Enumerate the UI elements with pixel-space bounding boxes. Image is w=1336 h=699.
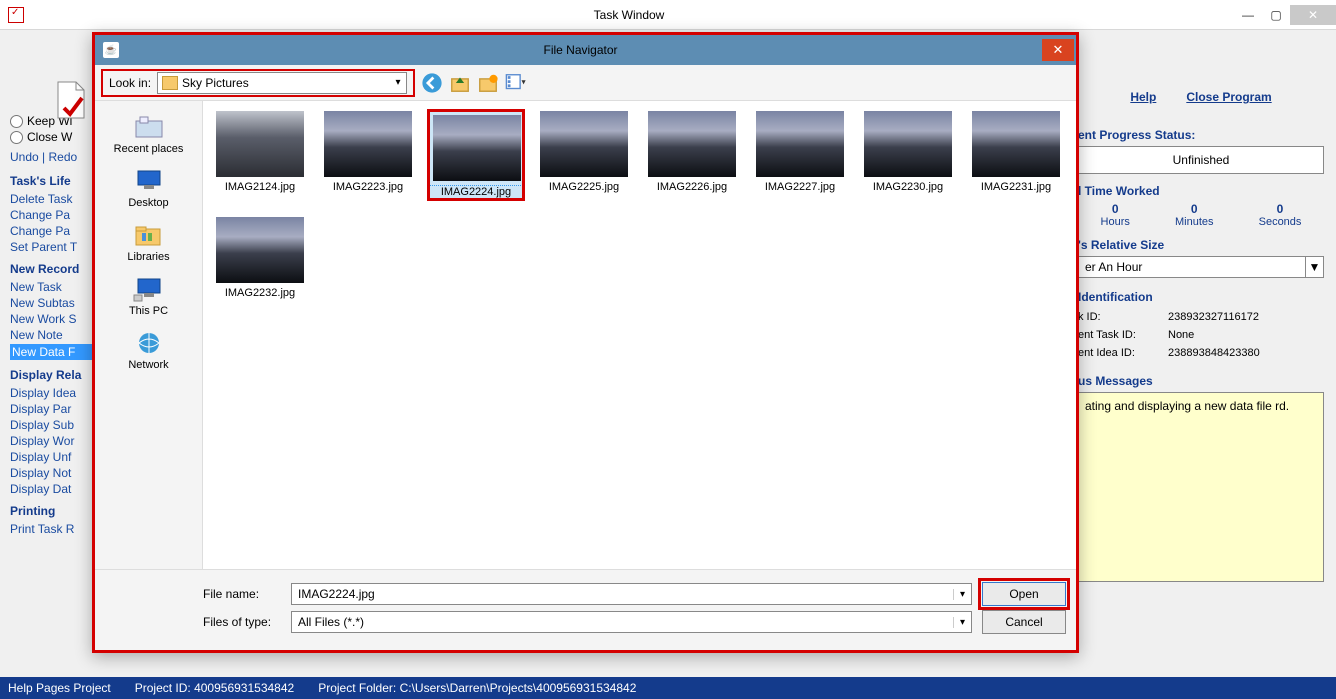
status-project-id: Project ID: 400956931534842 — [135, 681, 294, 695]
identification-label: Identification — [1078, 290, 1324, 304]
file-name-label: IMAG2225.jpg — [549, 181, 619, 193]
task-id-value: 238932327116172 — [1168, 311, 1259, 323]
main-titlebar: Task Window — ▢ ✕ — [0, 0, 1336, 30]
file-item[interactable]: IMAG2226.jpg — [645, 111, 739, 199]
progress-status-label: ent Progress Status: — [1078, 128, 1324, 142]
file-item[interactable]: IMAG2224.jpg — [429, 111, 523, 199]
thumbnail-image — [540, 111, 628, 177]
file-item[interactable]: IMAG2230.jpg — [861, 111, 955, 199]
progress-status-value: Unfinished — [1078, 146, 1324, 174]
file-name-label: IMAG2227.jpg — [765, 181, 835, 193]
file-item[interactable]: IMAG2225.jpg — [537, 111, 631, 199]
file-item[interactable]: IMAG2232.jpg — [213, 217, 307, 299]
file-name-label: IMAG2224.jpg — [429, 186, 523, 199]
file-name-label: IMAG2223.jpg — [333, 181, 403, 193]
lookin-label: Look in: — [109, 76, 151, 90]
thumbnail-image — [648, 111, 736, 177]
minutes-value: 0 — [1175, 202, 1214, 216]
cancel-button[interactable]: Cancel — [982, 610, 1066, 634]
filetype-label: Files of type: — [203, 615, 281, 629]
statusbar: Help Pages Project Project ID: 400956931… — [0, 677, 1336, 699]
file-navigator-dialog: ☕ File Navigator ✕ Look in: Sky Pictures… — [92, 32, 1079, 653]
filetype-field[interactable]: All Files (*.*)▾ — [291, 611, 972, 633]
up-folder-icon[interactable] — [449, 72, 471, 94]
app-icon — [8, 7, 24, 23]
folder-icon — [162, 76, 178, 90]
file-name-label: IMAG2230.jpg — [873, 181, 943, 193]
thumbnail-image — [864, 111, 952, 177]
place-libraries[interactable]: Libraries — [95, 215, 202, 269]
time-worked-label: l Time Worked — [1078, 184, 1324, 198]
dialog-close-button[interactable]: ✕ — [1042, 39, 1074, 61]
dialog-title: File Navigator — [119, 43, 1042, 57]
new-folder-icon[interactable] — [477, 72, 499, 94]
lookin-combo[interactable]: Sky Pictures ▾ — [157, 72, 407, 94]
minimize-button[interactable]: — — [1234, 5, 1262, 25]
status-messages-box: ating and displaying a new data file rd. — [1078, 392, 1324, 582]
status-messages-label: us Messages — [1078, 374, 1324, 388]
back-icon[interactable] — [421, 72, 443, 94]
parent-idea-id-value: 238893848423380 — [1168, 347, 1260, 359]
relative-size-combo[interactable]: er An Hour ▼ — [1078, 256, 1324, 278]
status-project-folder: Project Folder: C:\Users\Darren\Projects… — [318, 681, 636, 695]
file-item[interactable]: IMAG2223.jpg — [321, 111, 415, 199]
file-name-label: IMAG2124.jpg — [225, 181, 295, 193]
file-item[interactable]: IMAG2227.jpg — [753, 111, 847, 199]
filename-label: File name: — [203, 587, 281, 601]
relative-size-label: 's Relative Size — [1078, 238, 1324, 252]
place-network[interactable]: Network — [95, 323, 202, 377]
thumbnail-image — [433, 115, 521, 181]
file-name-label: IMAG2232.jpg — [225, 287, 295, 299]
file-item[interactable]: IMAG2231.jpg — [969, 111, 1063, 199]
place-recent[interactable]: Recent places — [95, 107, 202, 161]
file-list[interactable]: IMAG2124.jpg IMAG2223.jpg IMAG2224.jpg IMAG… — [203, 101, 1076, 569]
thumbnail-image — [324, 111, 412, 177]
hours-value: 0 — [1101, 202, 1130, 216]
thumbnail-image — [216, 217, 304, 283]
window-title: Task Window — [24, 8, 1234, 22]
close-program-link[interactable]: Close Program — [1186, 90, 1271, 104]
help-link[interactable]: Help — [1130, 90, 1156, 104]
places-bar: Recent places Desktop Libraries This PC … — [95, 101, 203, 569]
dialog-titlebar: ☕ File Navigator ✕ — [95, 35, 1076, 65]
seconds-value: 0 — [1259, 202, 1302, 216]
parent-task-id-value: None — [1168, 329, 1194, 341]
file-item[interactable]: IMAG2124.jpg — [213, 111, 307, 199]
thumbnail-image — [756, 111, 844, 177]
java-icon: ☕ — [103, 42, 119, 58]
thumbnail-image — [972, 111, 1060, 177]
task-doc-icon — [50, 80, 90, 120]
file-name-label: IMAG2226.jpg — [657, 181, 727, 193]
chevron-down-icon: ▾ — [390, 77, 406, 88]
filename-field[interactable]: IMAG2224.jpg▾ — [291, 583, 972, 605]
right-panel: Help Close Program ent Progress Status: … — [1078, 70, 1324, 582]
maximize-button[interactable]: ▢ — [1262, 5, 1290, 25]
thumbnail-image — [216, 111, 304, 177]
status-help-pages[interactable]: Help Pages Project — [8, 681, 111, 695]
view-menu-icon[interactable] — [505, 72, 527, 94]
close-button[interactable]: ✕ — [1290, 5, 1336, 25]
open-button[interactable]: Open — [982, 582, 1066, 606]
chevron-down-icon: ▼ — [1305, 257, 1323, 277]
redo-link[interactable]: Redo — [48, 150, 77, 164]
place-desktop[interactable]: Desktop — [95, 161, 202, 215]
undo-link[interactable]: Undo — [10, 150, 39, 164]
place-this-pc[interactable]: This PC — [95, 269, 202, 323]
dialog-toolbar: Look in: Sky Pictures ▾ — [95, 65, 1076, 101]
file-name-label: IMAG2231.jpg — [981, 181, 1051, 193]
